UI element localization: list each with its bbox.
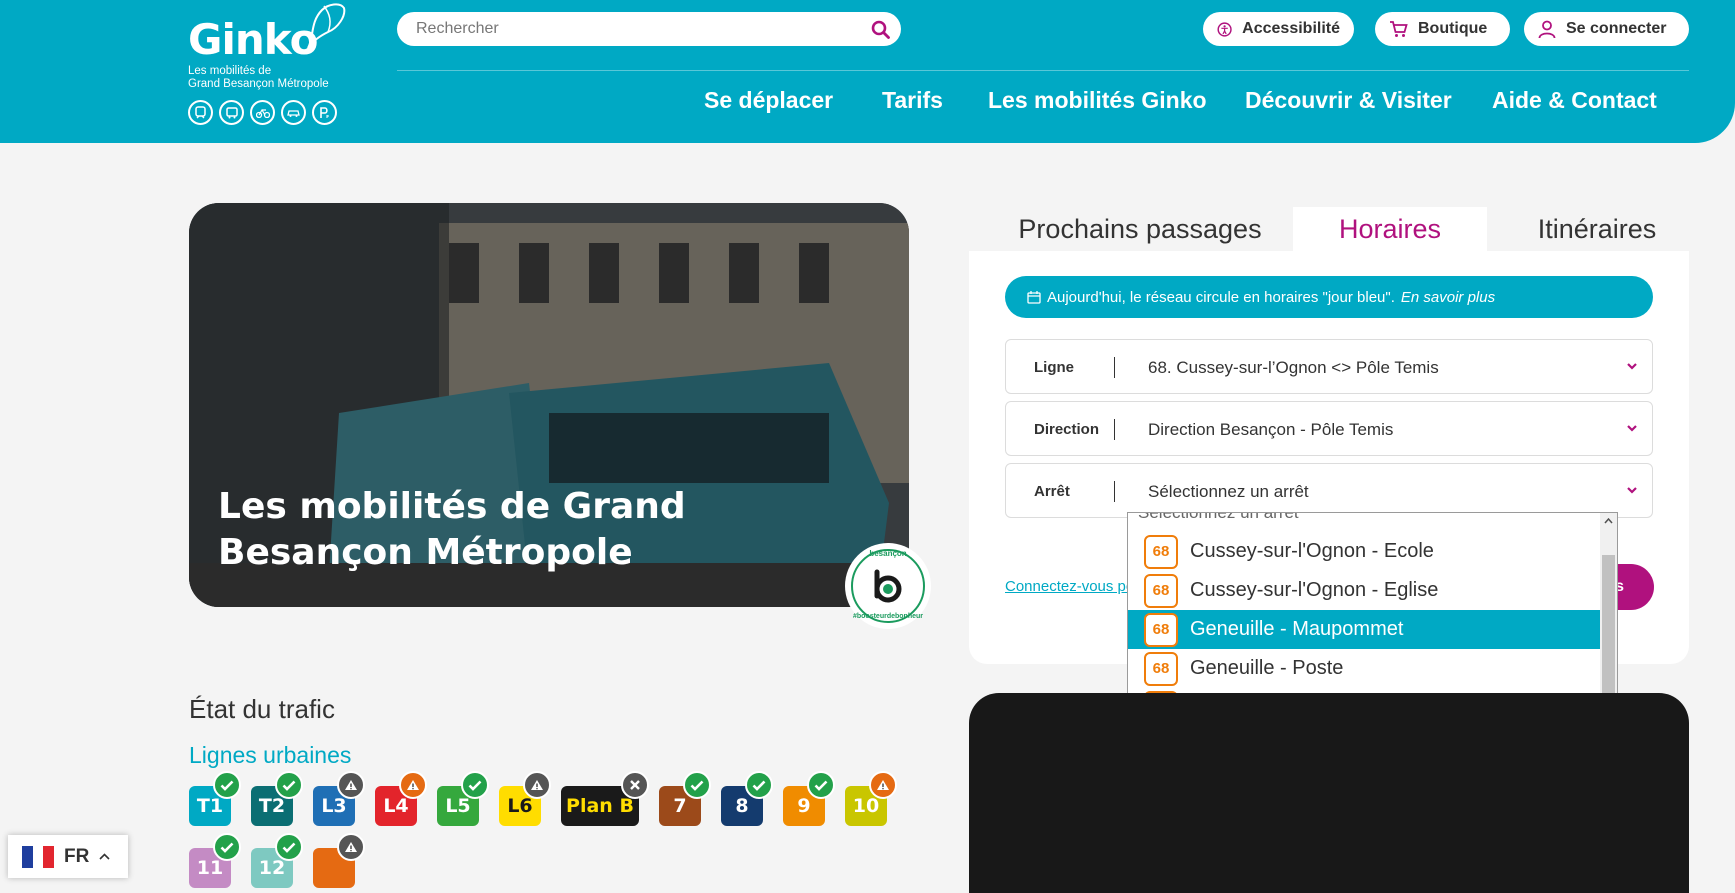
dropdown-placeholder-option[interactable]: Sélectionnez un arrêt	[1138, 513, 1299, 523]
direction-separator	[1114, 419, 1115, 440]
dropdown-option-label: Geneuille - Maupommet	[1190, 618, 1404, 640]
direction-label: Direction	[1034, 421, 1100, 438]
accessibility-button[interactable]: Accessibilité	[1203, 12, 1354, 46]
boosteur-de-bonheur-badge: besançon #boosteurdebonheur	[848, 546, 928, 626]
user-icon	[1538, 20, 1556, 38]
mobility-modes	[188, 100, 358, 125]
dropdown-option-label: Cussey-sur-l'Ognon - Eglise	[1190, 579, 1439, 601]
tab-horaires[interactable]: Horaires	[1293, 207, 1487, 251]
chevron-down-icon	[1627, 487, 1637, 494]
car-icon	[281, 100, 306, 125]
status-ok-icon	[745, 771, 773, 799]
search-icon	[871, 20, 890, 39]
line-number-badge: 68	[1144, 534, 1178, 569]
dropdown-option-label: Geneuille - Poste	[1190, 657, 1344, 679]
info-more-link[interactable]: En savoir plus	[1401, 289, 1495, 306]
hero-title: Les mobilités de Grand Besançon Métropol…	[218, 486, 686, 573]
status-ok-icon	[461, 771, 489, 799]
stop-select[interactable]: Arrêt Sélectionnez un arrêt	[1005, 463, 1653, 518]
logo-tagline-line-2: Grand Besançon Métropole	[188, 78, 329, 90]
park-and-ride-icon	[312, 100, 337, 125]
direction-value: Direction Besançon - Pôle Temis	[1148, 419, 1394, 439]
accessibility-icon	[1217, 21, 1232, 37]
secondary-card-image	[969, 693, 1689, 893]
line-number-badge: 68	[1144, 612, 1178, 647]
shop-button[interactable]: Boutique	[1375, 12, 1510, 46]
info-text: Aujourd'hui, le réseau circule en horair…	[1047, 288, 1395, 306]
cart-icon	[1390, 21, 1408, 37]
chevron-up-icon	[99, 853, 110, 860]
urban-lines-title: Lignes urbaines	[189, 742, 352, 768]
dropdown-option[interactable]: 68 Geneuille - Maupommet	[1128, 610, 1600, 649]
tram-icon	[188, 100, 213, 125]
nav-aide-contact[interactable]: Aide & Contact	[1492, 87, 1657, 114]
ginko-logo[interactable]: Ginko Les mobilités de Grand Besançon Mé…	[188, 2, 358, 125]
scroll-up-arrow[interactable]	[1602, 514, 1615, 528]
search-button[interactable]	[868, 17, 892, 41]
logo-tagline-line-1: Les mobilités de	[188, 65, 272, 77]
status-warning-icon	[869, 771, 897, 799]
chevron-up-icon	[1604, 518, 1613, 524]
nav-se-deplacer[interactable]: Se déplacer	[704, 87, 833, 114]
bus-icon	[219, 100, 244, 125]
login-label: Se connecter	[1566, 20, 1667, 37]
status-warning-icon	[399, 771, 427, 799]
logo-tagline: Les mobilités de Grand Besançon Métropol…	[188, 65, 358, 91]
nav-tarifs[interactable]: Tarifs	[882, 87, 943, 114]
stop-value: Sélectionnez un arrêt	[1148, 481, 1309, 501]
line-value: 68. Cussey-sur-l’Ognon <> Pôle Temis	[1148, 357, 1439, 377]
nav-mobilites-ginko[interactable]: Les mobilités Ginko	[988, 87, 1207, 114]
traffic-title: État du trafic	[189, 694, 335, 724]
badge-text-bottom: #boosteurdebonheur	[852, 613, 923, 620]
badge-text-top: besançon	[869, 549, 907, 558]
status-ok-icon	[213, 771, 241, 799]
stop-separator	[1114, 481, 1115, 502]
status-ok-icon	[683, 771, 711, 799]
language-code: FR	[64, 845, 90, 867]
hero-banner: Les mobilités de Grand Besançon Métropol…	[189, 203, 909, 607]
status-ok-icon	[213, 833, 241, 861]
dropdown-option[interactable]: 68 Geneuille - Poste	[1128, 649, 1600, 688]
line-number-badge: 68	[1144, 651, 1178, 686]
status-warning-icon	[337, 833, 365, 861]
bike-icon	[250, 100, 275, 125]
line-number-badge: 68	[1144, 573, 1178, 608]
status-ok-icon	[807, 771, 835, 799]
connect-link[interactable]: Connectez-vous po	[1005, 578, 1134, 595]
direction-select[interactable]: Direction Direction Besançon - Pôle Temi…	[1005, 401, 1653, 456]
accessibility-label: Accessibilité	[1242, 20, 1340, 37]
language-switcher[interactable]: FR	[8, 835, 128, 878]
dropdown-option-label: Cussey-sur-l'Ognon - Ecole	[1190, 540, 1434, 562]
dropdown-option[interactable]: 68 Cussey-sur-l'Ognon - Eglise	[1128, 571, 1600, 610]
status-ok-icon	[275, 833, 303, 861]
status-ok-icon	[275, 771, 303, 799]
line-select[interactable]: Ligne 68. Cussey-sur-l’Ognon <> Pôle Tem…	[1005, 339, 1653, 394]
status-warning-icon	[523, 771, 551, 799]
login-button[interactable]: Se connecter	[1524, 12, 1689, 46]
shop-label: Boutique	[1418, 20, 1488, 37]
header-divider	[397, 70, 1689, 71]
stop-label: Arrêt	[1034, 483, 1070, 500]
line-separator	[1114, 357, 1115, 378]
tab-itineraires[interactable]: Itinéraires	[1502, 207, 1692, 251]
status-warning-icon	[337, 771, 365, 799]
dropdown-option[interactable]: 68 Cussey-sur-l'Ognon - Ecole	[1128, 532, 1600, 571]
search-input[interactable]	[397, 12, 901, 46]
network-info-banner: Aujourd'hui, le réseau circule en horair…	[1005, 276, 1653, 318]
ginkgo-leaf-icon	[307, 3, 346, 49]
nav-decouvrir-visiter[interactable]: Découvrir & Visiter	[1245, 87, 1452, 114]
chevron-down-icon	[1627, 363, 1637, 370]
site-header: Ginko Les mobilités de Grand Besançon Mé…	[0, 0, 1735, 143]
french-flag-icon	[22, 845, 54, 868]
line-label: Ligne	[1034, 359, 1074, 376]
tab-prochains-passages[interactable]: Prochains passages	[1000, 207, 1280, 251]
calendar-icon	[1027, 290, 1041, 304]
chevron-down-icon	[1627, 425, 1637, 432]
status-error-icon	[621, 771, 649, 799]
